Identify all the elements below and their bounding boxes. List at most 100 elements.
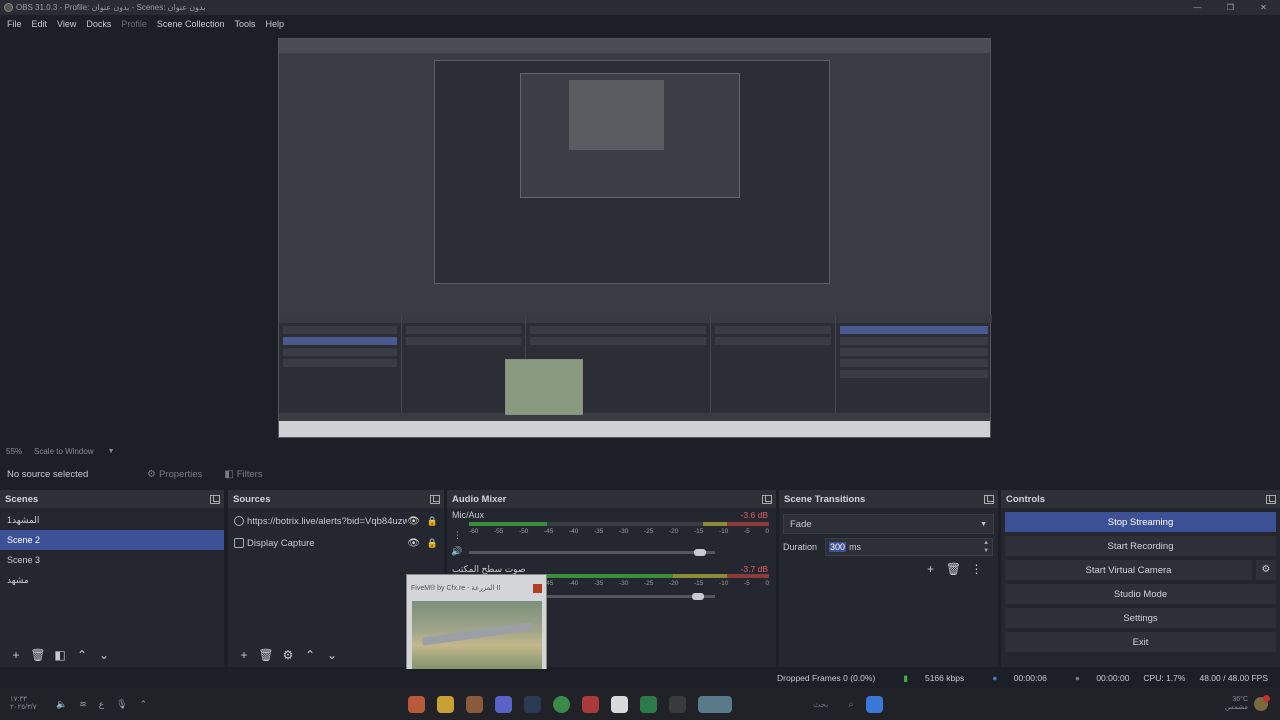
tick-label: -15 xyxy=(694,528,704,535)
undock-icon[interactable] xyxy=(430,494,440,504)
source-status: No source selected xyxy=(7,468,89,480)
more-icon[interactable]: ⋮ xyxy=(453,530,462,541)
app-icon[interactable] xyxy=(669,695,686,713)
preview-dock-scenes xyxy=(279,315,402,413)
undock-icon[interactable] xyxy=(984,494,994,504)
start-recording-button[interactable]: Start Recording xyxy=(1005,536,1276,556)
scene-filters-icon[interactable]: ◧ xyxy=(49,648,71,662)
source-item-browser[interactable]: https://botrix.live/alerts?bid=Vqb84uzw … xyxy=(228,510,444,532)
chevron-up-icon[interactable]: ⌃ xyxy=(140,699,148,710)
volume-handle[interactable] xyxy=(691,593,704,600)
scenes-dock: Scenes المشهد1 Scene 2 Scene 3 مشهد + 🗑 … xyxy=(0,490,224,667)
add-icon[interactable]: + xyxy=(5,648,27,662)
lock-icon[interactable]: 🔒 xyxy=(427,516,438,527)
undock-icon[interactable] xyxy=(1266,494,1276,504)
audio-mixer-dock-header: Audio Mixer xyxy=(447,490,776,508)
gear-icon[interactable]: ⚙ xyxy=(1256,560,1276,580)
app-icon[interactable] xyxy=(698,695,732,713)
preview-nested-window xyxy=(434,60,830,284)
app-icon[interactable] xyxy=(408,695,425,713)
spin-arrows-icon[interactable]: ▲ ▼ xyxy=(983,539,989,555)
add-icon[interactable]: + xyxy=(233,648,255,662)
volume-slider[interactable] xyxy=(469,549,715,556)
trash-icon[interactable]: 🗑 xyxy=(255,648,277,662)
duration-label: Duration xyxy=(783,542,818,552)
menu-scene-collection[interactable]: Scene Collection xyxy=(152,19,230,29)
app-icon[interactable] xyxy=(582,695,599,713)
chrome-icon[interactable] xyxy=(553,695,570,713)
taskbar-window-preview[interactable]: FiveM® by Cfx.re - المزرعة II xyxy=(406,574,547,679)
menu-edit[interactable]: Edit xyxy=(27,19,53,29)
discord-icon[interactable] xyxy=(495,695,512,713)
menu-file[interactable]: File xyxy=(2,19,27,29)
clock[interactable]: ١٧:٣٣ ٢٠٢٥/٣/٧ xyxy=(10,696,44,712)
weather-widget[interactable]: 36°C مشمس xyxy=(1225,688,1270,720)
scene-item[interactable]: Scene 3 xyxy=(0,550,224,570)
duration-input[interactable]: 300 ms ▲ ▼ xyxy=(825,538,994,556)
undock-icon[interactable] xyxy=(210,494,220,504)
scene-item[interactable]: مشهد xyxy=(0,570,224,590)
windows-start-icon[interactable] xyxy=(866,695,883,713)
chevron-down-icon[interactable]: ▼ xyxy=(108,448,115,455)
weather-text: 36°C مشمس xyxy=(1225,696,1248,712)
transition-select[interactable]: Fade ▼ xyxy=(783,514,994,534)
undock-icon[interactable] xyxy=(762,494,772,504)
obs-icon[interactable] xyxy=(611,695,628,713)
filters-button[interactable]: ◧ Filters xyxy=(224,469,262,480)
folder-icon[interactable] xyxy=(437,695,454,713)
speaker-icon[interactable]: 🔊 xyxy=(451,546,462,557)
mic-icon[interactable]: 🎙 xyxy=(116,699,127,710)
scene-item-selected[interactable]: Scene 2 xyxy=(0,530,224,550)
menu-tools[interactable]: Tools xyxy=(229,19,260,29)
duration-row: Duration 300 ms ▲ ▼ xyxy=(783,538,994,556)
more-icon[interactable]: ⋮ xyxy=(965,562,988,576)
tick-label: -40 xyxy=(569,580,579,587)
scene-item[interactable]: المشهد1 xyxy=(0,510,224,530)
search-box[interactable]: بحث ⌕ xyxy=(744,694,854,714)
move-up-icon[interactable]: ⌃ xyxy=(299,648,321,662)
scale-mode-select[interactable]: Scale to Window xyxy=(34,447,94,456)
menu-view[interactable]: View xyxy=(52,19,81,29)
eye-icon[interactable]: 👁 xyxy=(407,538,420,549)
maximize-icon[interactable]: ❐ xyxy=(1214,0,1247,15)
studio-mode-button[interactable]: Studio Mode xyxy=(1005,584,1276,604)
lock-icon[interactable]: 🔒 xyxy=(427,538,438,549)
volume-icon[interactable]: 🔈 xyxy=(56,699,67,710)
eye-icon[interactable]: 👁 xyxy=(407,516,420,527)
minimize-icon[interactable]: — xyxy=(1181,0,1214,15)
add-icon[interactable]: + xyxy=(919,562,942,576)
stop-streaming-button[interactable]: Stop Streaming xyxy=(1005,512,1276,532)
preview-canvas[interactable] xyxy=(278,38,992,438)
language-icon[interactable]: ع xyxy=(99,699,104,710)
menu-help[interactable]: Help xyxy=(260,19,289,29)
move-down-icon[interactable]: ⌄ xyxy=(93,648,115,662)
wifi-icon[interactable]: ≋ xyxy=(79,699,87,710)
channel-name: Mic/Aux xyxy=(452,510,485,520)
weather-condition: مشمس xyxy=(1225,704,1248,711)
trash-icon[interactable]: 🗑 xyxy=(27,648,49,662)
source-item-display[interactable]: Display Capture 👁 🔒 xyxy=(228,532,444,554)
channel-db: -3.7 dB xyxy=(740,564,768,574)
menu-docks[interactable]: Docks xyxy=(81,19,116,29)
bitrate: 5166 kbps xyxy=(924,672,965,683)
move-down-icon[interactable]: ⌄ xyxy=(321,648,343,662)
exit-button[interactable]: Exit xyxy=(1005,632,1276,652)
trash-icon[interactable]: 🗑 xyxy=(942,562,965,576)
transition-value: Fade xyxy=(790,518,812,530)
gear-icon[interactable]: ⚙ xyxy=(277,648,299,662)
excel-icon[interactable] xyxy=(640,695,657,713)
clock-date: ٢٠٢٥/٣/٧ xyxy=(10,704,37,711)
properties-label: Properties xyxy=(158,468,203,480)
preview-nested-docks xyxy=(279,315,992,413)
properties-button[interactable]: ⚙ Properties xyxy=(147,469,202,480)
close-icon[interactable]: ✕ xyxy=(1247,0,1280,15)
fivem-app-icon[interactable] xyxy=(466,695,483,713)
menu-profile[interactable]: Profile xyxy=(116,19,152,29)
audio-mixer-title: Audio Mixer xyxy=(452,493,507,505)
start-virtual-camera-button[interactable]: Start Virtual Camera xyxy=(1005,560,1252,580)
steam-icon[interactable] xyxy=(524,695,541,713)
volume-handle[interactable] xyxy=(694,549,707,556)
transition-buttons: + 🗑 ⋮ xyxy=(779,562,988,576)
settings-button[interactable]: Settings xyxy=(1005,608,1276,628)
move-up-icon[interactable]: ⌃ xyxy=(71,648,93,662)
